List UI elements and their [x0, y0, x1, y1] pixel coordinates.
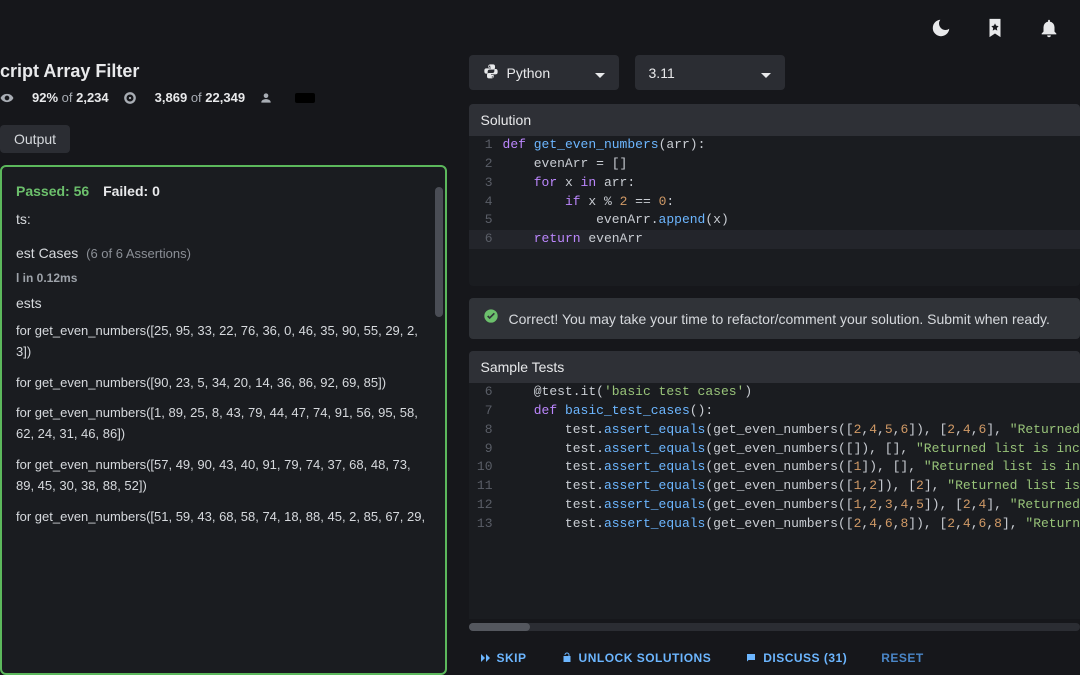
line-number: 5	[469, 211, 503, 230]
scrollbar-thumb[interactable]	[435, 187, 443, 317]
version-select[interactable]: 3.11	[635, 55, 785, 90]
scrollbar-thumb[interactable]	[469, 623, 530, 631]
line-number: 10	[469, 458, 503, 477]
line-number: 12	[469, 496, 503, 515]
code-text[interactable]: test.assert_equals(get_even_numbers([1,2…	[503, 496, 1080, 515]
discuss-button[interactable]: DISCUSS (31)	[735, 645, 857, 671]
version-label: 3.11	[649, 65, 675, 81]
bell-icon[interactable]	[1038, 17, 1060, 39]
output-tab[interactable]: Output	[0, 125, 70, 153]
check-icon	[483, 308, 499, 329]
code-text[interactable]: evenArr = []	[503, 155, 1080, 174]
code-line[interactable]: 7 def basic_test_cases():	[469, 402, 1080, 421]
code-line[interactable]: 9 test.assert_equals(get_even_numbers([]…	[469, 440, 1080, 459]
code-line[interactable]: 11 test.assert_equals(get_even_numbers([…	[469, 477, 1080, 496]
results-scroll[interactable]: Passed: 56 Failed: 0 ts: est Cases (6 of…	[2, 167, 445, 541]
line-number: 11	[469, 477, 503, 496]
line-number: 9	[469, 440, 503, 459]
failed-count: Failed: 0	[103, 183, 160, 199]
chevron-down-icon	[595, 68, 605, 78]
bookmark-icon[interactable]	[984, 17, 1006, 39]
skip-button[interactable]: SKIP	[469, 645, 537, 671]
satisfaction-rate: 92% of 2,234	[32, 90, 109, 105]
line-number: 1	[469, 136, 503, 155]
code-text[interactable]: return evenArr	[503, 230, 1080, 249]
language-select[interactable]: Python	[469, 55, 619, 90]
status-text: Correct! You may take your time to refac…	[509, 311, 1050, 327]
code-text[interactable]: @test.it('basic test cases')	[503, 383, 1080, 402]
line-number: 3	[469, 174, 503, 193]
left-column: cript Array Filter 92% of 2,234 3,869 of…	[0, 55, 457, 675]
code-text[interactable]: test.assert_equals(get_even_numbers([2,4…	[503, 421, 1080, 440]
code-text[interactable]: def basic_test_cases():	[503, 402, 1080, 421]
code-line[interactable]: 1def get_even_numbers(arr):	[469, 136, 1080, 155]
code-text[interactable]: def get_even_numbers(arr):	[503, 136, 1080, 155]
target-icon	[123, 91, 141, 105]
solution-editor[interactable]: 1def get_even_numbers(arr):2 evenArr = […	[469, 136, 1080, 286]
results-panel: Passed: 56 Failed: 0 ts: est Cases (6 of…	[0, 165, 447, 675]
execution-time: l in 0.12ms	[16, 271, 431, 285]
test-result-line: for get_even_numbers([1, 89, 25, 8, 43, …	[16, 403, 431, 445]
test-result-line: for get_even_numbers([25, 95, 33, 22, 76…	[16, 321, 431, 363]
reset-button[interactable]: RESET	[871, 645, 934, 671]
code-text[interactable]: evenArr.append(x)	[503, 211, 1080, 230]
sample-tests-editor[interactable]: 6 @test.it('basic test cases')7 def basi…	[469, 383, 1080, 619]
test-result-line: for get_even_numbers([51, 59, 43, 68, 58…	[16, 507, 431, 528]
line-number: 6	[469, 383, 503, 402]
right-column: Python 3.11 Solution 1def get_even_numbe…	[457, 55, 1080, 675]
results-header: ts:	[16, 211, 431, 227]
assertion-count: (6 of 6 Assertions)	[86, 246, 191, 261]
sample-tests-header: Sample Tests	[469, 351, 1080, 383]
unlock-solutions-button[interactable]: UNLOCK SOLUTIONS	[551, 645, 722, 671]
line-number: 8	[469, 421, 503, 440]
line-number: 2	[469, 155, 503, 174]
solution-header: Solution	[469, 104, 1080, 136]
python-icon	[483, 63, 499, 82]
code-text[interactable]: test.assert_equals(get_even_numbers([1])…	[503, 458, 1080, 477]
line-number: 6	[469, 230, 503, 249]
tests-label: ests	[16, 295, 431, 311]
kata-stats: 92% of 2,234 3,869 of 22,349	[0, 90, 447, 105]
results-subheader: est Cases (6 of 6 Assertions)	[16, 245, 431, 261]
test-result-line: for get_even_numbers([90, 23, 5, 34, 20,…	[16, 373, 431, 394]
line-number: 13	[469, 515, 503, 534]
code-line[interactable]: 13 test.assert_equals(get_even_numbers([…	[469, 515, 1080, 534]
bottom-actions: SKIP UNLOCK SOLUTIONS DISCUSS (31) RESET	[469, 631, 1080, 675]
code-line[interactable]: 3 for x in arr:	[469, 174, 1080, 193]
line-number: 4	[469, 193, 503, 212]
avatar[interactable]	[295, 93, 315, 103]
horizontal-scrollbar[interactable]	[469, 623, 1080, 631]
code-line[interactable]: 10 test.assert_equals(get_even_numbers([…	[469, 458, 1080, 477]
code-line[interactable]: 6 @test.it('basic test cases')	[469, 383, 1080, 402]
kata-title: cript Array Filter	[0, 61, 447, 82]
passed-count: Passed: 56	[16, 183, 89, 199]
code-text[interactable]: for x in arr:	[503, 174, 1080, 193]
code-line[interactable]: 12 test.assert_equals(get_even_numbers([…	[469, 496, 1080, 515]
user-icon	[259, 91, 277, 105]
code-text[interactable]: test.assert_equals(get_even_numbers([2,4…	[503, 515, 1080, 534]
eye-icon	[0, 91, 18, 105]
language-label: Python	[507, 65, 551, 81]
code-text[interactable]: test.assert_equals(get_even_numbers([]),…	[503, 440, 1080, 459]
code-line[interactable]: 5 evenArr.append(x)	[469, 211, 1080, 230]
code-line[interactable]: 8 test.assert_equals(get_even_numbers([2…	[469, 421, 1080, 440]
code-line[interactable]: 2 evenArr = []	[469, 155, 1080, 174]
code-text[interactable]: test.assert_equals(get_even_numbers([1,2…	[503, 477, 1080, 496]
status-bar: Correct! You may take your time to refac…	[469, 298, 1080, 339]
topbar	[0, 0, 1080, 55]
line-number: 7	[469, 402, 503, 421]
code-line[interactable]: 4 if x % 2 == 0:	[469, 193, 1080, 212]
code-line[interactable]: 6 return evenArr	[469, 230, 1080, 249]
completion-rate: 3,869 of 22,349	[155, 90, 245, 105]
test-result-line: for get_even_numbers([57, 49, 90, 43, 40…	[16, 455, 431, 497]
code-text[interactable]: if x % 2 == 0:	[503, 193, 1080, 212]
chevron-down-icon	[761, 68, 771, 78]
moon-icon[interactable]	[930, 17, 952, 39]
